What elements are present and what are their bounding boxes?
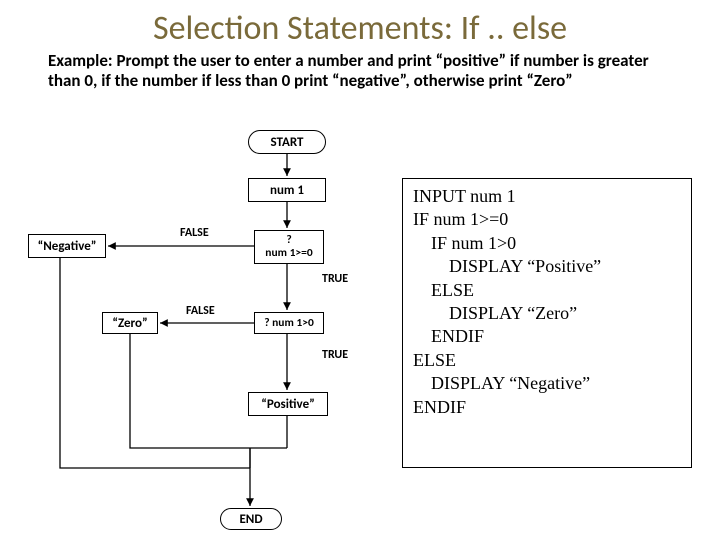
pseudocode-box: INPUT num 1 IF num 1>=0 IF num 1>0 DISPL… (402, 178, 692, 468)
flow-start: START (248, 130, 326, 154)
label-false-2: FALSE (186, 304, 215, 318)
page-title: Selection Statements: If .. else (0, 8, 720, 49)
flow-decision-1: ? num 1>=0 (254, 230, 324, 264)
flow-input: num 1 (248, 178, 326, 202)
flow-negative: “Negative” (28, 234, 106, 258)
example-text: Example: Prompt the user to enter a numb… (48, 51, 672, 92)
label-false-1: FALSE (180, 226, 209, 240)
label-true-1: TRUE (322, 272, 348, 286)
flow-positive: “Positive” (248, 392, 328, 416)
flow-decision-2: ? num 1>0 (254, 312, 324, 334)
flow-zero: “Zero” (102, 312, 158, 334)
label-true-2: TRUE (322, 348, 348, 362)
flow-end: END (220, 508, 282, 530)
